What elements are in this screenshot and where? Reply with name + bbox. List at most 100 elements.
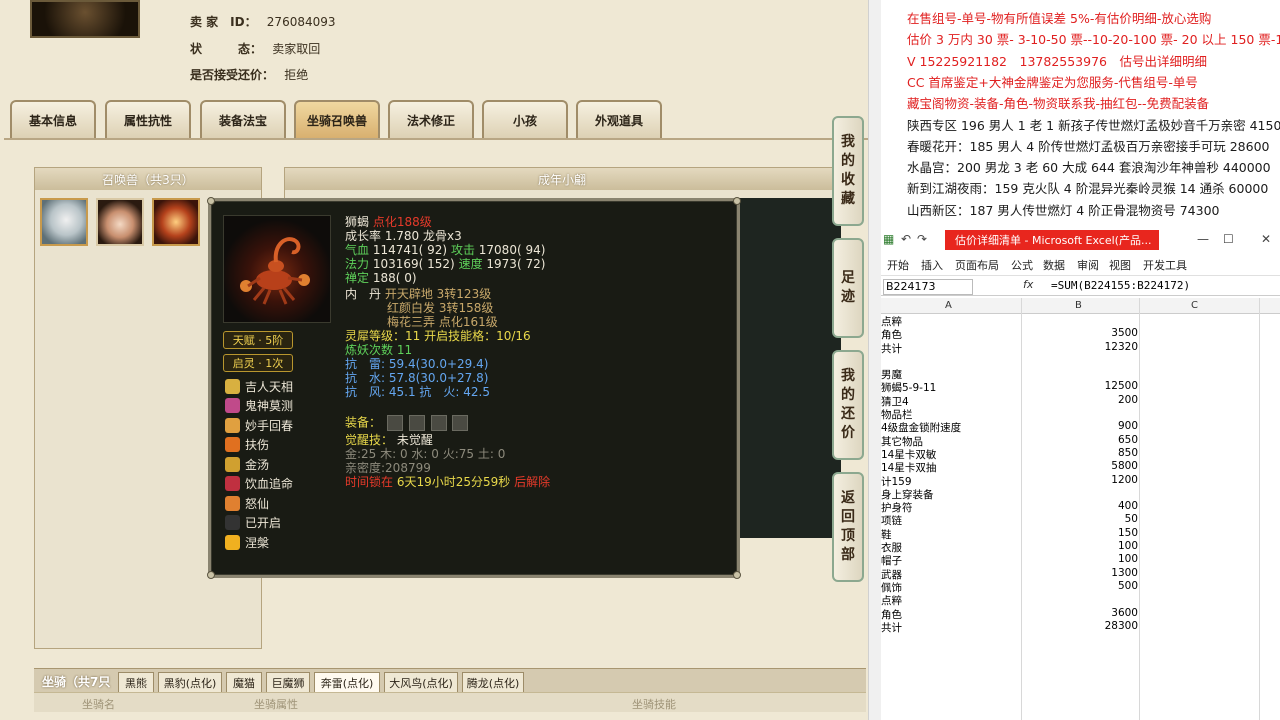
name-box[interactable]: B224173 — [883, 279, 973, 295]
sheet-row[interactable]: 点粹 — [881, 314, 1280, 328]
sheet-row[interactable]: 男魔 — [881, 367, 1280, 381]
cell-b[interactable]: 28300 — [1105, 620, 1138, 632]
cell-b[interactable]: 100 — [1118, 540, 1138, 552]
skill-row[interactable]: 妙手回春 — [225, 416, 293, 434]
ribbon-tab-1[interactable]: 插入 — [921, 257, 943, 273]
pet-thumb-girl[interactable] — [96, 198, 144, 246]
sheet-row[interactable]: 共计 12320 — [881, 341, 1280, 355]
sheet-row[interactable]: 计159 1200 — [881, 474, 1280, 488]
ribbon-tab-6[interactable]: 视图 — [1109, 257, 1131, 273]
cell-b[interactable]: 5800 — [1111, 460, 1138, 472]
tab-2[interactable]: 装备法宝 — [200, 100, 286, 138]
sheet-row[interactable]: 佩饰 500 — [881, 580, 1280, 594]
ribbon-tab-0[interactable]: 开始 — [887, 257, 909, 273]
sheet-row[interactable]: 狮蝎5-9-11 12500 — [881, 380, 1280, 394]
sheet-row[interactable]: 帽子 100 — [881, 553, 1280, 567]
cell-b[interactable]: 1300 — [1111, 567, 1138, 579]
cell-b[interactable]: 100 — [1118, 553, 1138, 565]
cell-b[interactable]: 1200 — [1111, 474, 1138, 486]
skill-row[interactable]: 已开启 — [225, 514, 281, 532]
mount-tab-0[interactable]: 黑熊 — [118, 672, 154, 692]
tab-5[interactable]: 小孩 — [482, 100, 568, 138]
column-header-a[interactable]: A — [945, 300, 952, 311]
pet-thumb-scorpion[interactable] — [152, 198, 200, 246]
sheet-row[interactable]: 共计 28300 — [881, 620, 1280, 635]
sheet-row[interactable]: 角色 3500 — [881, 327, 1280, 341]
redo-icon[interactable]: ↷ — [917, 232, 927, 246]
sheet-row[interactable]: 武器 1300 — [881, 567, 1280, 581]
equip-slot[interactable] — [408, 415, 425, 431]
cell-b[interactable]: 200 — [1118, 394, 1138, 406]
skill-row[interactable]: 鬼神莫测 — [225, 397, 293, 415]
sheet-row[interactable]: 14星卡双抽 5800 — [881, 460, 1280, 474]
formula-text[interactable]: =SUM(B224155:B224172) — [1051, 279, 1190, 292]
my-bargain-button[interactable]: 我的还价 — [832, 350, 864, 460]
ribbon-tab-3[interactable]: 公式 — [1011, 257, 1033, 273]
close-icon[interactable]: ✕ — [1261, 232, 1271, 246]
tab-6[interactable]: 外观道具 — [576, 100, 662, 138]
cell-b[interactable]: 50 — [1125, 513, 1138, 525]
ribbon-tab-5[interactable]: 审阅 — [1077, 257, 1099, 273]
my-favorites-button[interactable]: 我的收藏 — [832, 116, 864, 226]
ribbon-tab-4[interactable]: 数据 — [1043, 257, 1065, 273]
sheet-row[interactable]: 鞋 150 — [881, 527, 1280, 541]
sheet-row[interactable]: 物品栏 — [881, 407, 1280, 421]
skill-row[interactable]: 金汤 — [225, 455, 269, 473]
sheet-row[interactable]: 点粹 — [881, 593, 1280, 607]
skill-row[interactable]: 饮血追命 — [225, 475, 293, 493]
maximize-icon[interactable]: ☐ — [1223, 232, 1234, 246]
column-header-c[interactable]: C — [1191, 300, 1198, 311]
sheet-row[interactable]: 衣服 100 — [881, 540, 1280, 554]
tab-4[interactable]: 法术修正 — [388, 100, 474, 138]
cell-a[interactable]: 共计 — [881, 620, 902, 635]
undo-icon[interactable]: ↶ — [901, 232, 911, 246]
cell-b[interactable]: 12320 — [1105, 341, 1138, 353]
mount-tab-5[interactable]: 大风鸟(点化) — [384, 672, 458, 692]
awaken-row: 觉醒技： 未觉醒 — [345, 433, 433, 447]
skill-row[interactable]: 怒仙 — [225, 494, 269, 512]
pet-thumb-polar-bear[interactable] — [40, 198, 88, 246]
sheet-row[interactable] — [881, 354, 1280, 367]
cell-b[interactable]: 650 — [1118, 434, 1138, 446]
skill-name: 鬼神莫测 — [245, 399, 294, 413]
equip-slot[interactable] — [430, 415, 447, 431]
skill-row[interactable]: 涅槃 — [225, 533, 269, 551]
tab-0[interactable]: 基本信息 — [10, 100, 96, 138]
minimize-icon[interactable]: — — [1197, 232, 1209, 246]
footprint-button[interactable]: 足迹 — [832, 238, 864, 338]
back-to-top-button[interactable]: 返回顶部 — [832, 472, 864, 582]
ribbon-tab-2[interactable]: 页面布局 — [955, 257, 999, 273]
mount-tab-3[interactable]: 巨魔狮 — [266, 672, 310, 692]
sheet-row[interactable]: 14星卡双敏 850 — [881, 447, 1280, 461]
skill-row[interactable]: 吉人天相 — [225, 377, 293, 395]
mount-tab-1[interactable]: 黑豹(点化) — [158, 672, 222, 692]
sheet-row[interactable]: 4级盘金锁附速度 900 — [881, 420, 1280, 434]
sheet-row[interactable]: 项链 50 — [881, 513, 1280, 527]
cell-b[interactable]: 500 — [1118, 580, 1138, 592]
mount-tab-4[interactable]: 奔雷(点化) — [314, 672, 380, 692]
sheet-row[interactable]: 角色 3600 — [881, 607, 1280, 621]
mount-tab-6[interactable]: 腾龙(点化) — [462, 672, 524, 692]
cell-b[interactable]: 850 — [1118, 447, 1138, 459]
cell-b[interactable]: 150 — [1118, 527, 1138, 539]
cell-b[interactable]: 900 — [1118, 420, 1138, 432]
cell-b[interactable]: 400 — [1118, 500, 1138, 512]
equip-slot[interactable] — [386, 415, 403, 431]
skill-icon — [225, 456, 240, 472]
tab-3[interactable]: 坐骑召唤兽 — [294, 100, 380, 138]
sheet-row[interactable]: 身上穿装备 — [881, 487, 1280, 501]
mount-tab-2[interactable]: 魔猫 — [226, 672, 262, 692]
fx-icon[interactable]: fx — [1023, 278, 1033, 291]
skill-row[interactable]: 扶伤 — [225, 436, 269, 454]
cell-b[interactable]: 3600 — [1111, 607, 1138, 619]
tab-1[interactable]: 属性抗性 — [105, 100, 191, 138]
sheet-row[interactable]: 护身符 400 — [881, 500, 1280, 514]
sheet-row[interactable]: 其它物品 650 — [881, 434, 1280, 448]
equip-slot[interactable] — [452, 415, 469, 431]
ribbon-tab-7[interactable]: 开发工具 — [1143, 257, 1187, 273]
column-header-b[interactable]: B — [1075, 300, 1082, 311]
sheet-row[interactable]: 猜卫4 200 — [881, 394, 1280, 408]
cell-b[interactable]: 3500 — [1111, 327, 1138, 339]
pane-divider[interactable] — [868, 0, 881, 720]
cell-b[interactable]: 12500 — [1105, 380, 1138, 392]
